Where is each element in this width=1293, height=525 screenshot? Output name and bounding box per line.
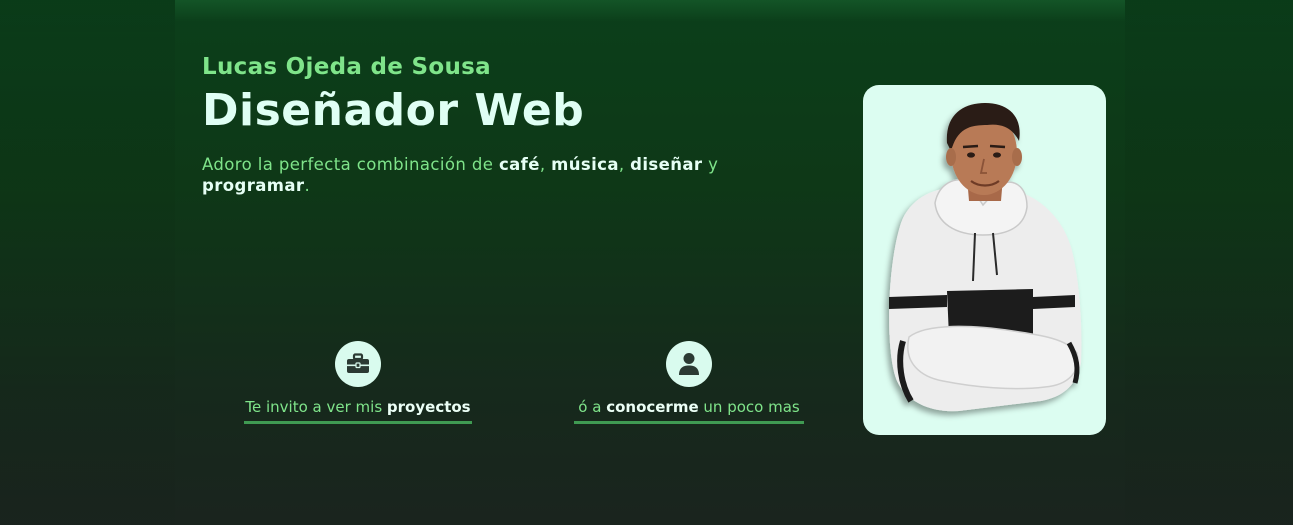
about-link-suffix: un poco mas — [698, 398, 800, 416]
intro-text-4: y — [702, 155, 719, 174]
about-link-label: ó a conocerme un poco mas — [574, 397, 804, 424]
projects-link-label: Te invito a ver mis proyectos — [244, 397, 472, 424]
header-glow — [175, 0, 1125, 22]
left-page-margin — [0, 0, 175, 525]
intro-word-musica: música — [551, 155, 619, 174]
intro-text-5: . — [304, 176, 311, 195]
intro-text-3: , — [618, 155, 631, 174]
about-link-highlight: conocerme — [606, 398, 699, 416]
right-page-margin — [1125, 0, 1293, 525]
profile-photo-card — [863, 85, 1106, 435]
intro-text-1: Adoro la perfecta combinación de — [202, 155, 499, 174]
hero-section: Lucas Ojeda de Sousa Diseñador Web Adoro… — [202, 52, 822, 196]
projects-link[interactable]: Te invito a ver mis proyectos — [244, 341, 472, 424]
briefcase-icon — [335, 341, 381, 387]
intro-word-programar: programar — [202, 176, 305, 195]
about-link[interactable]: ó a conocerme un poco mas — [574, 341, 804, 424]
intro-word-disenar: diseñar — [630, 155, 703, 174]
page-title: Diseñador Web — [202, 85, 585, 136]
user-icon — [666, 341, 712, 387]
projects-link-prefix: Te invito a ver mis — [245, 398, 387, 416]
intro-paragraph: Adoro la perfecta combinación de café, m… — [202, 154, 802, 196]
about-link-prefix: ó a — [578, 398, 607, 416]
intro-text-2: , — [539, 155, 552, 174]
profile-photo — [889, 103, 1082, 412]
intro-word-cafe: café — [498, 155, 540, 174]
projects-link-highlight: proyectos — [386, 398, 471, 416]
author-name: Lucas Ojeda de Sousa — [202, 54, 491, 80]
